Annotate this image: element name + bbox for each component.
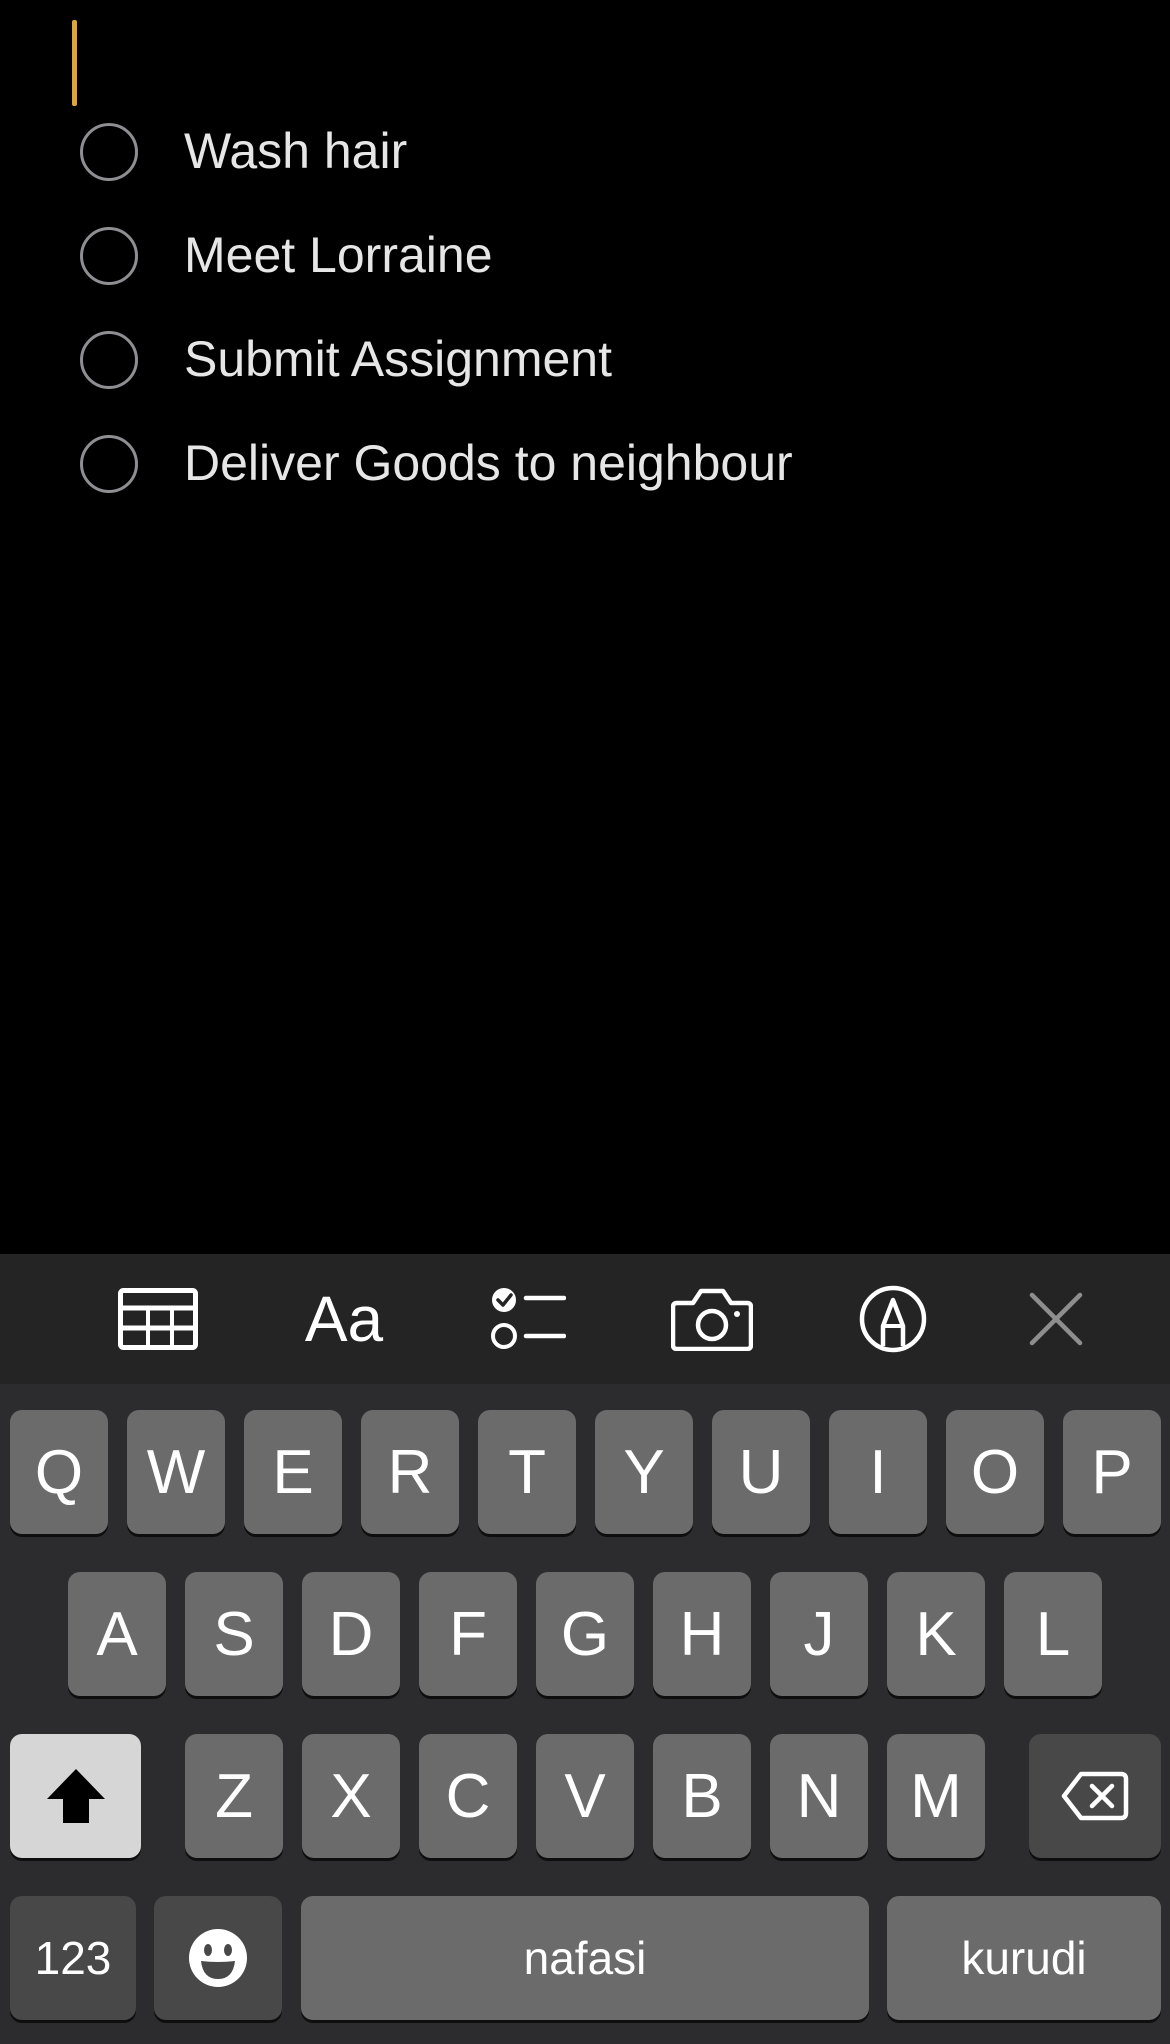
- key-s[interactable]: S: [185, 1572, 283, 1696]
- key-r[interactable]: R: [361, 1410, 459, 1534]
- key-q[interactable]: Q: [10, 1410, 108, 1534]
- text-cursor: [72, 20, 77, 106]
- shift-key[interactable]: [10, 1734, 141, 1858]
- close-icon: [1029, 1292, 1083, 1346]
- markup-button[interactable]: [833, 1254, 953, 1384]
- key-i[interactable]: I: [829, 1410, 927, 1534]
- delete-key[interactable]: [1029, 1734, 1161, 1858]
- key-d[interactable]: D: [302, 1572, 400, 1696]
- key-t[interactable]: T: [478, 1410, 576, 1534]
- text-format-button[interactable]: Aa: [284, 1254, 404, 1384]
- checklist-item-label[interactable]: Submit Assignment: [184, 330, 612, 388]
- checklist-item[interactable]: Wash hair: [80, 108, 1080, 208]
- checklist-button[interactable]: [468, 1254, 588, 1384]
- key-u[interactable]: U: [712, 1410, 810, 1534]
- key-v[interactable]: V: [536, 1734, 634, 1858]
- return-key[interactable]: kurudi: [887, 1896, 1161, 2020]
- emoji-key[interactable]: [154, 1896, 282, 2020]
- checklist-item-label[interactable]: Meet Lorraine: [184, 226, 493, 284]
- checklist-item-label[interactable]: Wash hair: [184, 122, 407, 180]
- camera-icon: [671, 1288, 753, 1351]
- key-n[interactable]: N: [770, 1734, 868, 1858]
- checklist-item[interactable]: Deliver Goods to neighbour: [80, 420, 1080, 520]
- key-m[interactable]: M: [887, 1734, 985, 1858]
- space-key[interactable]: nafasi: [301, 1896, 869, 2020]
- markup-pen-icon: [859, 1285, 927, 1353]
- shift-icon: [46, 1769, 105, 1823]
- key-k[interactable]: K: [887, 1572, 985, 1696]
- key-e[interactable]: E: [244, 1410, 342, 1534]
- checklist-icon: [491, 1288, 566, 1349]
- numbers-key[interactable]: 123: [10, 1896, 136, 2020]
- unchecked-circle-icon[interactable]: [80, 227, 138, 285]
- unchecked-circle-icon[interactable]: [80, 435, 138, 493]
- key-c[interactable]: C: [419, 1734, 517, 1858]
- table-button[interactable]: [98, 1254, 218, 1384]
- unchecked-circle-icon[interactable]: [80, 331, 138, 389]
- backspace-icon: [1061, 1771, 1129, 1821]
- checklist-item[interactable]: Meet Lorraine: [80, 212, 1080, 312]
- key-x[interactable]: X: [302, 1734, 400, 1858]
- keyboard: Q W E R T Y U I O P A S D F G H J K L Z …: [0, 1384, 1170, 2044]
- key-b[interactable]: B: [653, 1734, 751, 1858]
- close-toolbar-button[interactable]: [996, 1254, 1116, 1384]
- key-l[interactable]: L: [1004, 1572, 1102, 1696]
- key-h[interactable]: H: [653, 1572, 751, 1696]
- camera-button[interactable]: [652, 1254, 772, 1384]
- key-g[interactable]: G: [536, 1572, 634, 1696]
- checklist-item-label[interactable]: Deliver Goods to neighbour: [184, 434, 793, 492]
- unchecked-circle-icon[interactable]: [80, 123, 138, 181]
- key-f[interactable]: F: [419, 1572, 517, 1696]
- key-z[interactable]: Z: [185, 1734, 283, 1858]
- key-y[interactable]: Y: [595, 1410, 693, 1534]
- key-o[interactable]: O: [946, 1410, 1044, 1534]
- table-icon: [118, 1288, 198, 1350]
- checklist-item[interactable]: Submit Assignment: [80, 316, 1080, 416]
- key-j[interactable]: J: [770, 1572, 868, 1696]
- key-p[interactable]: P: [1063, 1410, 1161, 1534]
- notes-toolbar: Aa: [0, 1254, 1170, 1384]
- key-a[interactable]: A: [68, 1572, 166, 1696]
- emoji-icon: [189, 1929, 247, 1987]
- key-w[interactable]: W: [127, 1410, 225, 1534]
- text-format-icon: Aa: [304, 1283, 384, 1355]
